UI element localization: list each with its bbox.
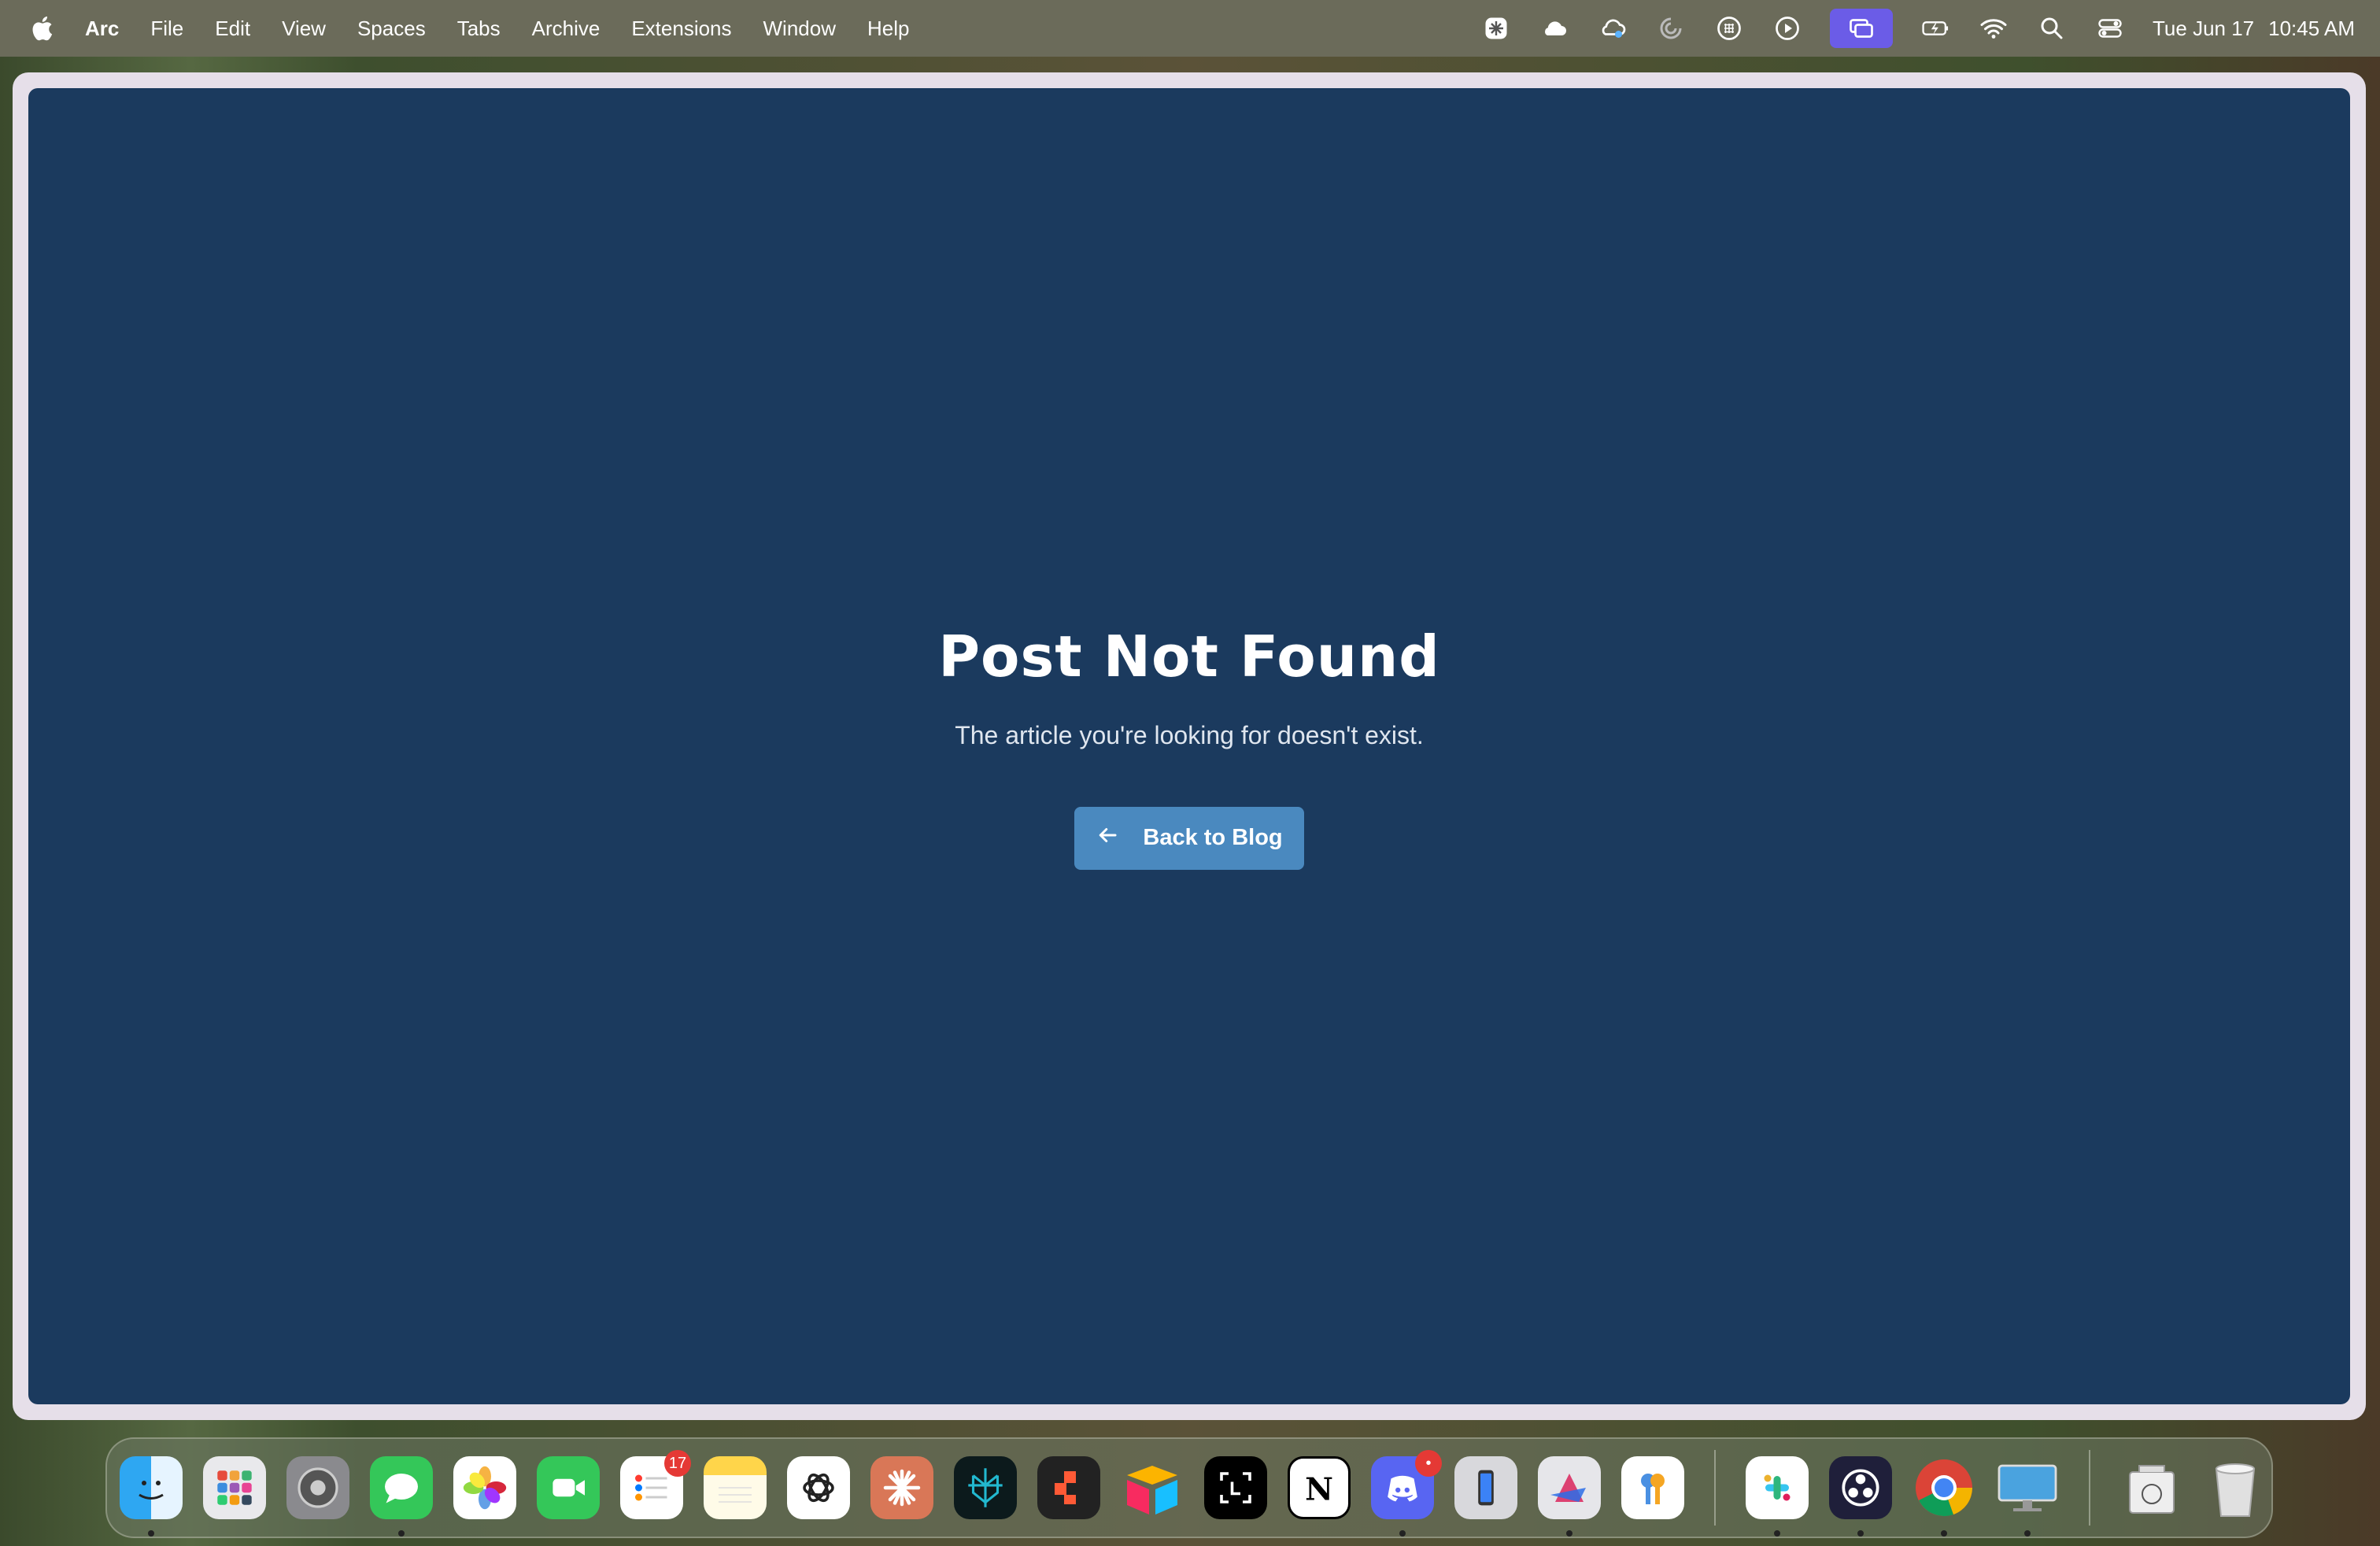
- battery-icon[interactable]: [1920, 13, 1951, 44]
- menu-window[interactable]: Window: [763, 17, 836, 41]
- svg-text:N: N: [1305, 1471, 1333, 1507]
- finder-icon[interactable]: [120, 1456, 183, 1537]
- menu-edit[interactable]: Edit: [215, 17, 250, 41]
- back-button-label: Back to Blog: [1143, 825, 1283, 850]
- cloud-icon[interactable]: [1539, 13, 1570, 44]
- menu-spaces[interactable]: Spaces: [357, 17, 426, 41]
- menu-clock[interactable]: Tue Jun 17 10:45 AM: [2153, 17, 2355, 41]
- running-indicator: [148, 1530, 154, 1537]
- messages-icon[interactable]: [370, 1456, 433, 1537]
- browser-window: Post Not Found The article you're lookin…: [13, 72, 2366, 1420]
- running-indicator: [398, 1530, 405, 1537]
- affinity-icon[interactable]: [1538, 1456, 1601, 1537]
- notion-icon[interactable]: N: [1288, 1456, 1351, 1519]
- chatgpt-icon[interactable]: [787, 1456, 850, 1519]
- running-indicator: [2024, 1530, 2031, 1537]
- discord-icon[interactable]: •: [1371, 1450, 1442, 1537]
- running-indicator: [1399, 1530, 1406, 1537]
- loading-icon[interactable]: [1655, 13, 1687, 44]
- rize-icon[interactable]: [1037, 1456, 1100, 1519]
- search-icon[interactable]: [2036, 13, 2068, 44]
- clock-time: 10:45 AM: [2268, 16, 2355, 40]
- apple-menu-icon[interactable]: [28, 13, 55, 44]
- passwords-icon[interactable]: [1621, 1456, 1684, 1519]
- dock-separator: [1714, 1450, 1716, 1526]
- running-indicator: [1566, 1530, 1572, 1537]
- clock-date: Tue Jun 17: [2153, 16, 2255, 40]
- perplexity-icon[interactable]: [954, 1456, 1017, 1519]
- wifi-icon[interactable]: [1978, 13, 2009, 44]
- perplexity-icon[interactable]: [1480, 13, 1512, 44]
- dock: 17 N •: [105, 1437, 2273, 1538]
- obs-icon[interactable]: [1829, 1456, 1892, 1537]
- running-indicator: [1941, 1530, 1947, 1537]
- status-area: Tue Jun 17 10:45 AM: [1480, 0, 2355, 57]
- iphone-mirroring-icon[interactable]: [1454, 1456, 1517, 1519]
- screen-mirror-icon[interactable]: [1830, 9, 1894, 48]
- trash-icon[interactable]: [2204, 1456, 2267, 1519]
- slack-icon[interactable]: [1746, 1456, 1809, 1537]
- discord-badge: •: [1415, 1450, 1442, 1477]
- system-settings-icon[interactable]: [286, 1456, 349, 1519]
- grid-icon[interactable]: [1713, 13, 1745, 44]
- running-indicator: [1857, 1530, 1864, 1537]
- photos-icon[interactable]: [453, 1456, 516, 1519]
- menu-extensions[interactable]: Extensions: [631, 17, 731, 41]
- reminders-badge: 17: [664, 1450, 691, 1477]
- archive-utility-icon[interactable]: [2120, 1456, 2183, 1519]
- screen-sharing-icon[interactable]: [1996, 1456, 2059, 1537]
- claude-icon[interactable]: [870, 1456, 933, 1519]
- page-subtitle: The article you're looking for doesn't e…: [955, 720, 1424, 749]
- sync-icon[interactable]: [1597, 13, 1628, 44]
- page-content: Post Not Found The article you're lookin…: [28, 88, 2350, 1404]
- back-to-blog-button[interactable]: Back to Blog: [1074, 806, 1304, 870]
- reminders-icon[interactable]: 17: [620, 1450, 691, 1519]
- airtable-icon[interactable]: [1121, 1456, 1184, 1519]
- launchpad-icon[interactable]: [203, 1456, 266, 1519]
- arrow-left-icon: [1096, 823, 1119, 853]
- notes-icon[interactable]: [704, 1456, 767, 1519]
- play-icon[interactable]: [1772, 13, 1803, 44]
- control-center-icon[interactable]: [2094, 13, 2126, 44]
- menu-help[interactable]: Help: [867, 17, 909, 41]
- screen-capture-icon[interactable]: [1204, 1456, 1267, 1519]
- running-indicator: [1774, 1530, 1780, 1537]
- menu-bar: Arc File Edit View Spaces Tabs Archive E…: [0, 0, 2380, 57]
- menu-view[interactable]: View: [282, 17, 326, 41]
- menu-tabs[interactable]: Tabs: [457, 17, 501, 41]
- menu-app-name[interactable]: Arc: [85, 17, 119, 41]
- dock-separator: [2089, 1450, 2090, 1526]
- facetime-icon[interactable]: [537, 1456, 600, 1519]
- menu-file[interactable]: File: [150, 17, 183, 41]
- page-title: Post Not Found: [938, 623, 1440, 690]
- chrome-icon[interactable]: [1913, 1456, 1975, 1537]
- menu-archive[interactable]: Archive: [532, 17, 601, 41]
